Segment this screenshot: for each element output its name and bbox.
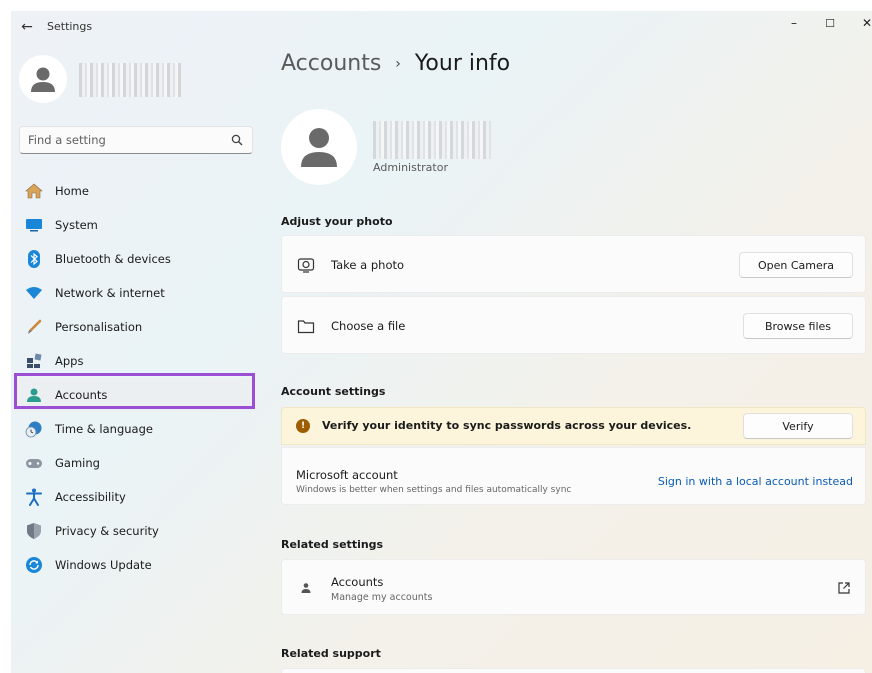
shield-icon	[25, 522, 43, 540]
title-bar: ← Settings – ☐ ✕	[11, 11, 872, 43]
brush-icon	[25, 318, 43, 336]
settings-window: ← Settings – ☐ ✕ Home Sys	[11, 11, 872, 673]
local-account-link[interactable]: Sign in with a local account instead	[658, 475, 853, 488]
warning-text: Verify your identity to sync passwords a…	[322, 419, 692, 432]
sidebar-item-label: Windows Update	[55, 558, 152, 572]
verify-identity-banner: ! Verify your identity to sync passwords…	[281, 407, 866, 445]
accounts-highlight-outline	[14, 373, 255, 409]
take-photo-label: Take a photo	[331, 258, 405, 272]
sidebar-item-label: Time & language	[55, 422, 153, 436]
user-role: Administrator	[373, 161, 448, 174]
microsoft-account-title: Microsoft account	[296, 468, 398, 482]
page-title: Your info	[414, 51, 511, 76]
adjust-photo-heading: Adjust your photo	[281, 215, 393, 228]
person-icon	[31, 67, 55, 92]
related-accounts-subtitle: Manage my accounts	[331, 592, 433, 603]
update-icon	[25, 556, 43, 574]
person-icon	[301, 128, 337, 167]
search-box[interactable]	[19, 126, 253, 154]
sidebar-item-windows-update[interactable]: Windows Update	[15, 548, 255, 582]
sidebar-item-bluetooth[interactable]: Bluetooth & devices	[15, 242, 255, 276]
system-icon	[25, 216, 43, 234]
network-icon	[25, 284, 43, 302]
sidebar-item-privacy-security[interactable]: Privacy & security	[15, 514, 255, 548]
sidebar-item-home[interactable]: Home	[15, 174, 255, 208]
related-settings-heading: Related settings	[281, 538, 384, 551]
person-icon	[296, 578, 316, 598]
related-support-heading: Related support	[281, 647, 381, 660]
browse-files-button[interactable]: Browse files	[743, 313, 853, 339]
breadcrumb: Accounts › Your info	[281, 51, 510, 76]
sidebar-item-label: Apps	[55, 354, 84, 368]
take-photo-card: Take a photo Open Camera	[281, 235, 866, 293]
sidebar-profile-avatar[interactable]	[19, 55, 67, 103]
app-title: Settings	[47, 20, 93, 33]
sidebar-item-time-language[interactable]: Time & language	[15, 412, 255, 446]
sidebar-item-label: Gaming	[55, 456, 100, 470]
maximize-button[interactable]: ☐	[817, 13, 843, 33]
home-icon	[25, 182, 43, 200]
time-language-icon	[25, 420, 43, 438]
gaming-icon	[25, 454, 43, 472]
apps-icon	[25, 352, 43, 370]
breadcrumb-parent[interactable]: Accounts	[281, 51, 381, 76]
accessibility-icon	[25, 488, 43, 506]
blurred-user-name	[373, 121, 491, 159]
sidebar-item-label: Personalisation	[55, 320, 143, 334]
sidebar-item-label: Accessibility	[55, 490, 126, 504]
sidebar-item-label: Bluetooth & devices	[55, 252, 171, 266]
folder-icon	[296, 316, 316, 336]
user-avatar	[281, 109, 357, 185]
search-input[interactable]	[20, 127, 220, 153]
choose-file-card: Choose a file Browse files	[281, 296, 866, 354]
microsoft-account-subtitle: Windows is better when settings and file…	[296, 485, 572, 495]
search-icon	[231, 134, 243, 146]
sidebar-item-label: Home	[55, 184, 89, 198]
close-button[interactable]: ✕	[854, 13, 872, 33]
related-support-card	[281, 668, 866, 673]
account-settings-heading: Account settings	[281, 385, 386, 398]
choose-file-label: Choose a file	[331, 319, 406, 333]
camera-icon	[296, 255, 316, 275]
sidebar-item-personalisation[interactable]: Personalisation	[15, 310, 255, 344]
external-link-icon[interactable]	[837, 581, 851, 595]
bluetooth-icon	[25, 250, 43, 268]
verify-button[interactable]: Verify	[743, 413, 853, 439]
microsoft-account-card: Microsoft account Windows is better when…	[281, 447, 866, 505]
back-arrow-icon[interactable]: ←	[17, 17, 37, 37]
blurred-profile-name	[79, 63, 183, 97]
chevron-right-icon: ›	[395, 55, 401, 72]
sidebar-item-gaming[interactable]: Gaming	[15, 446, 255, 480]
warning-icon: !	[296, 419, 310, 433]
sidebar-item-label: System	[55, 218, 98, 232]
sidebar-item-label: Network & internet	[55, 286, 165, 300]
open-camera-button[interactable]: Open Camera	[738, 252, 853, 278]
related-accounts-card[interactable]: Accounts Manage my accounts	[281, 559, 866, 615]
minimize-button[interactable]: –	[781, 13, 807, 33]
sidebar-item-network[interactable]: Network & internet	[15, 276, 255, 310]
sidebar-item-label: Privacy & security	[55, 524, 159, 538]
sidebar-item-accessibility[interactable]: Accessibility	[15, 480, 255, 514]
sidebar-item-system[interactable]: System	[15, 208, 255, 242]
related-accounts-title: Accounts	[331, 575, 384, 589]
